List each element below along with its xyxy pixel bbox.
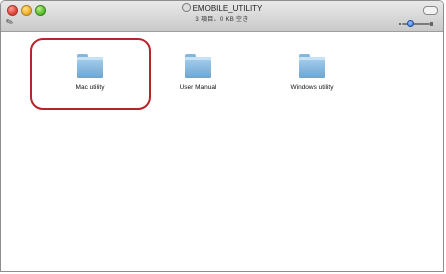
highlight-annotation-box: [30, 38, 151, 110]
folder-item-windows-utility[interactable]: Windows utility: [272, 54, 352, 91]
status-bar-text: 3 項目、0 KB 空き: [195, 17, 249, 23]
folder-label: Windows utility: [290, 84, 334, 91]
window-title-area: EMOBILE_UTILITY: [1, 3, 443, 13]
large-icon-size-icon: [430, 22, 433, 26]
folder-icon: [299, 54, 325, 78]
folder-label: User Manual: [179, 84, 217, 91]
toolbar-toggle-button[interactable]: [423, 6, 438, 15]
title-bar[interactable]: EMOBILE_UTILITY 3 項目、0 KB 空き ✎: [1, 1, 443, 32]
folder-item-user-manual[interactable]: User Manual: [158, 54, 238, 91]
window-title: EMOBILE_UTILITY: [192, 4, 263, 13]
disk-icon: [181, 3, 191, 12]
small-icon-size-icon: [399, 23, 401, 25]
icon-size-slider[interactable]: [399, 20, 433, 28]
slider-knob[interactable]: [407, 20, 414, 27]
folder-icon: [185, 54, 211, 78]
